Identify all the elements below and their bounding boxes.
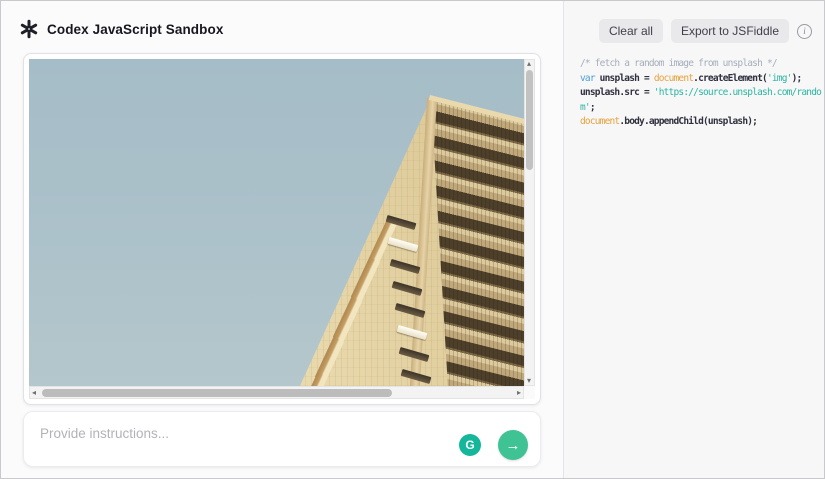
code-editor[interactable]: /* fetch a random image from unsplash */… [580, 57, 820, 130]
instruction-bar: G → [23, 411, 541, 467]
clear-all-button[interactable]: Clear all [599, 19, 663, 43]
preview-viewport: ▴ ▾ ◂ ▸ [29, 59, 535, 399]
left-column: Codex JavaScript Sandbox [1, 1, 563, 478]
info-icon[interactable]: i [797, 24, 812, 39]
vertical-scrollbar-thumb[interactable] [526, 70, 533, 170]
sandbox-preview-panel: ▴ ▾ ◂ ▸ [23, 53, 541, 405]
submit-button[interactable]: → [498, 430, 528, 460]
scroll-right-arrow-icon[interactable]: ▸ [517, 389, 521, 397]
app-header: Codex JavaScript Sandbox [19, 19, 223, 39]
instructions-input[interactable] [40, 418, 420, 460]
code-line: unsplash.src = 'https://source.unsplash.… [580, 86, 820, 101]
toolbar: Clear all Export to JSFiddle i [599, 19, 812, 43]
grammarly-icon[interactable]: G [459, 434, 481, 456]
scroll-down-arrow-icon[interactable]: ▾ [527, 377, 531, 385]
building-balcony-face [29, 59, 524, 386]
code-line: /* fetch a random image from unsplash */ [580, 57, 820, 72]
unsplash-building-photo [29, 59, 524, 386]
scroll-left-arrow-icon[interactable]: ◂ [32, 389, 36, 397]
horizontal-scrollbar-thumb[interactable] [42, 389, 392, 397]
scrollbar-corner [524, 386, 535, 399]
horizontal-scrollbar[interactable]: ◂ ▸ [29, 386, 524, 399]
export-jsfiddle-button[interactable]: Export to JSFiddle [671, 19, 789, 43]
openai-logo-icon [19, 19, 39, 39]
codex-sandbox-app: Codex JavaScript Sandbox [0, 0, 825, 479]
scroll-up-arrow-icon[interactable]: ▴ [527, 60, 531, 68]
page-title: Codex JavaScript Sandbox [47, 22, 223, 37]
code-line: var unsplash = document.createElement('i… [580, 72, 820, 87]
code-line: m'; [580, 101, 820, 116]
code-line: document.body.appendChild(unsplash); [580, 115, 820, 130]
code-panel: Clear all Export to JSFiddle i /* fetch … [563, 1, 824, 478]
vertical-scrollbar[interactable]: ▴ ▾ [524, 59, 535, 386]
right-arrow-icon: → [506, 437, 521, 454]
